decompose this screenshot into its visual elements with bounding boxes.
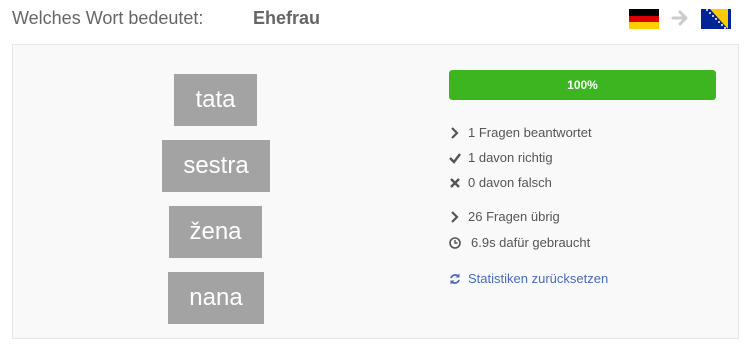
refresh-icon — [450, 273, 460, 285]
answer-option-2[interactable]: sestra — [162, 140, 270, 192]
german-flag-icon — [629, 9, 659, 29]
question-word: Ehefrau — [253, 8, 321, 28]
bosnian-flag-icon — [701, 9, 731, 29]
stat-remaining-text: 26 Fragen übrig — [468, 209, 560, 224]
answer-option-3[interactable]: žena — [169, 206, 262, 258]
stat-wrong-text: 0 davon falsch — [468, 175, 552, 190]
stat-answered-text: 1 Fragen beantwortet — [468, 125, 592, 140]
arrow-right-icon — [671, 10, 688, 26]
progress-bar: 100% — [449, 70, 716, 100]
stat-time-text: 6.9s dafür gebraucht — [471, 235, 591, 250]
reset-stats-text: Statistiken zurücksetzen — [468, 271, 609, 286]
quiz-header: Welches Wort bedeutet: Ehefrau — [0, 0, 749, 44]
chevron-right-icon — [451, 127, 459, 139]
question-prompt: Welches Wort bedeutet: — [12, 8, 204, 28]
chevron-right-icon — [451, 211, 459, 223]
cross-icon — [450, 178, 460, 188]
check-icon — [449, 153, 461, 164]
answer-option-4[interactable]: nana — [168, 272, 264, 324]
progress-label: 100% — [567, 78, 598, 92]
stat-correct-text: 1 davon richtig — [468, 150, 553, 165]
answer-option-1[interactable]: tata — [174, 74, 257, 126]
clock-icon — [449, 237, 461, 249]
